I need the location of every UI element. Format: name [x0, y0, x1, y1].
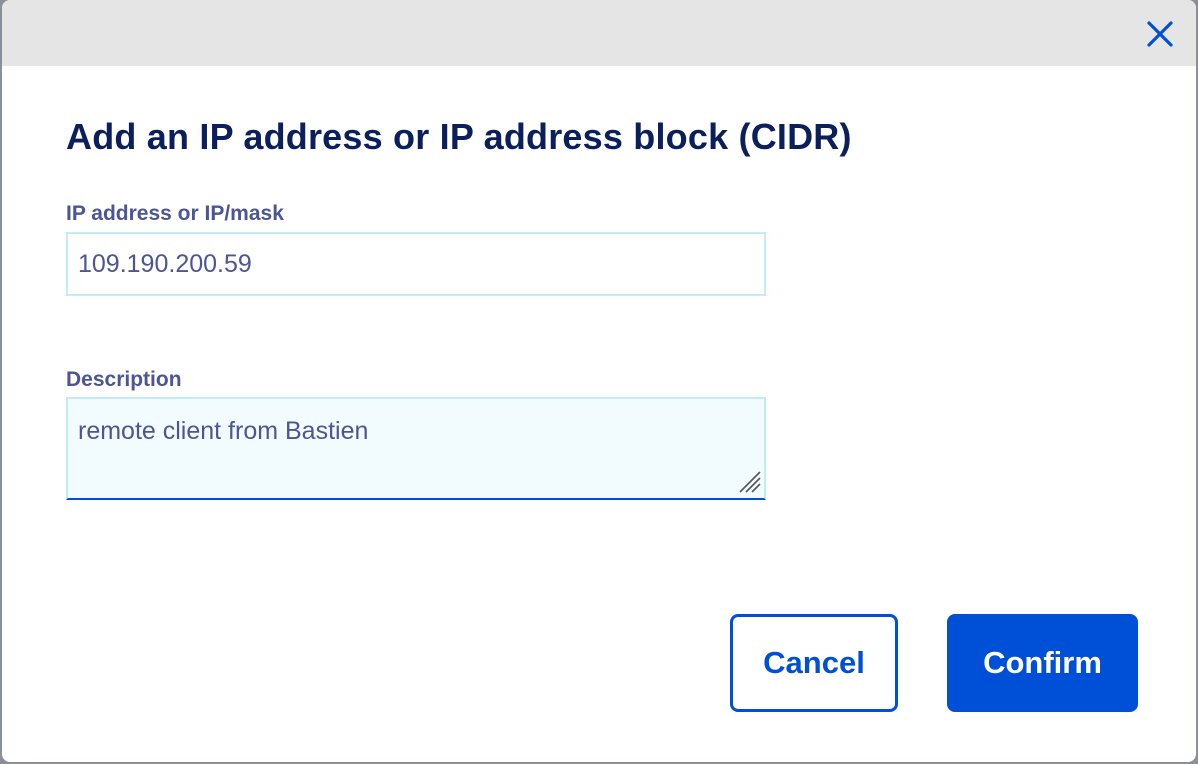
dialog-title: Add an IP address or IP address block (C… [66, 116, 852, 157]
confirm-button[interactable]: Confirm [947, 614, 1138, 712]
ip-address-input[interactable] [66, 232, 766, 296]
ip-address-label: IP address or IP/mask [66, 202, 284, 225]
description-textarea[interactable]: remote client from Bastien [66, 397, 766, 500]
close-button[interactable] [1146, 20, 1174, 48]
description-label: Description [66, 368, 182, 391]
close-icon [1147, 21, 1173, 47]
dialog-header [2, 0, 1196, 66]
cancel-button[interactable]: Cancel [730, 614, 898, 712]
resize-grip-icon[interactable] [736, 468, 762, 494]
add-ip-dialog: Add an IP address or IP address block (C… [2, 0, 1196, 762]
